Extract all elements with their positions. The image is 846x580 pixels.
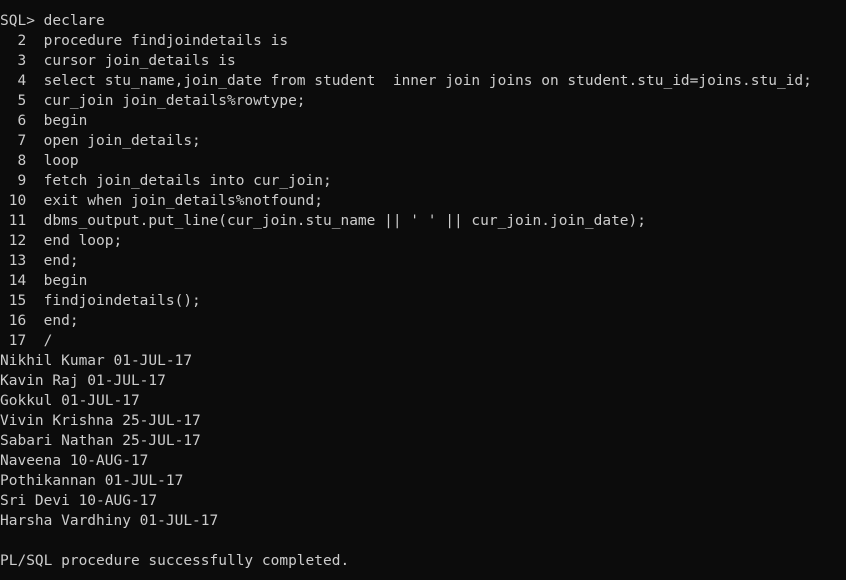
console-line: 12 end loop;	[0, 233, 123, 249]
output-line: Sri Devi 10-AUG-17	[0, 493, 158, 509]
status-message: PL/SQL procedure successfully completed.	[0, 553, 350, 569]
console-line: SQL> declare	[0, 13, 105, 29]
console-line: 13 end;	[0, 253, 79, 269]
console-line: 5 cur_join join_details%rowtype;	[0, 93, 306, 109]
console-line: 4 select stu_name,join_date from student…	[0, 73, 812, 89]
output-line: Kavin Raj 01-JUL-17	[0, 373, 166, 389]
terminal-console[interactable]: SQL> declare 2 procedure findjoindetails…	[0, 0, 846, 580]
console-line: 14 begin	[0, 273, 88, 289]
console-line: 3 cursor join_details is	[0, 53, 236, 69]
console-line: 2 procedure findjoindetails is	[0, 33, 289, 49]
console-line: 11 dbms_output.put_line(cur_join.stu_nam…	[0, 213, 647, 229]
output-line: Nikhil Kumar 01-JUL-17	[0, 353, 193, 369]
output-line: Vivin Krishna 25-JUL-17	[0, 413, 201, 429]
output-line: Naveena 10-AUG-17	[0, 453, 149, 469]
console-line: 17 /	[0, 333, 53, 349]
console-line: 15 findjoindetails();	[0, 293, 201, 309]
output-line: Sabari Nathan 25-JUL-17	[0, 433, 201, 449]
output-line: Gokkul 01-JUL-17	[0, 393, 140, 409]
console-line: 16 end;	[0, 313, 79, 329]
console-line: 8 loop	[0, 153, 79, 169]
console-line: 7 open join_details;	[0, 133, 201, 149]
output-line: Pothikannan 01-JUL-17	[0, 473, 184, 489]
output-line: Harsha Vardhiny 01-JUL-17	[0, 513, 219, 529]
console-line: 6 begin	[0, 113, 88, 129]
console-line: 9 fetch join_details into cur_join;	[0, 173, 332, 189]
console-line: 10 exit when join_details%notfound;	[0, 193, 324, 209]
